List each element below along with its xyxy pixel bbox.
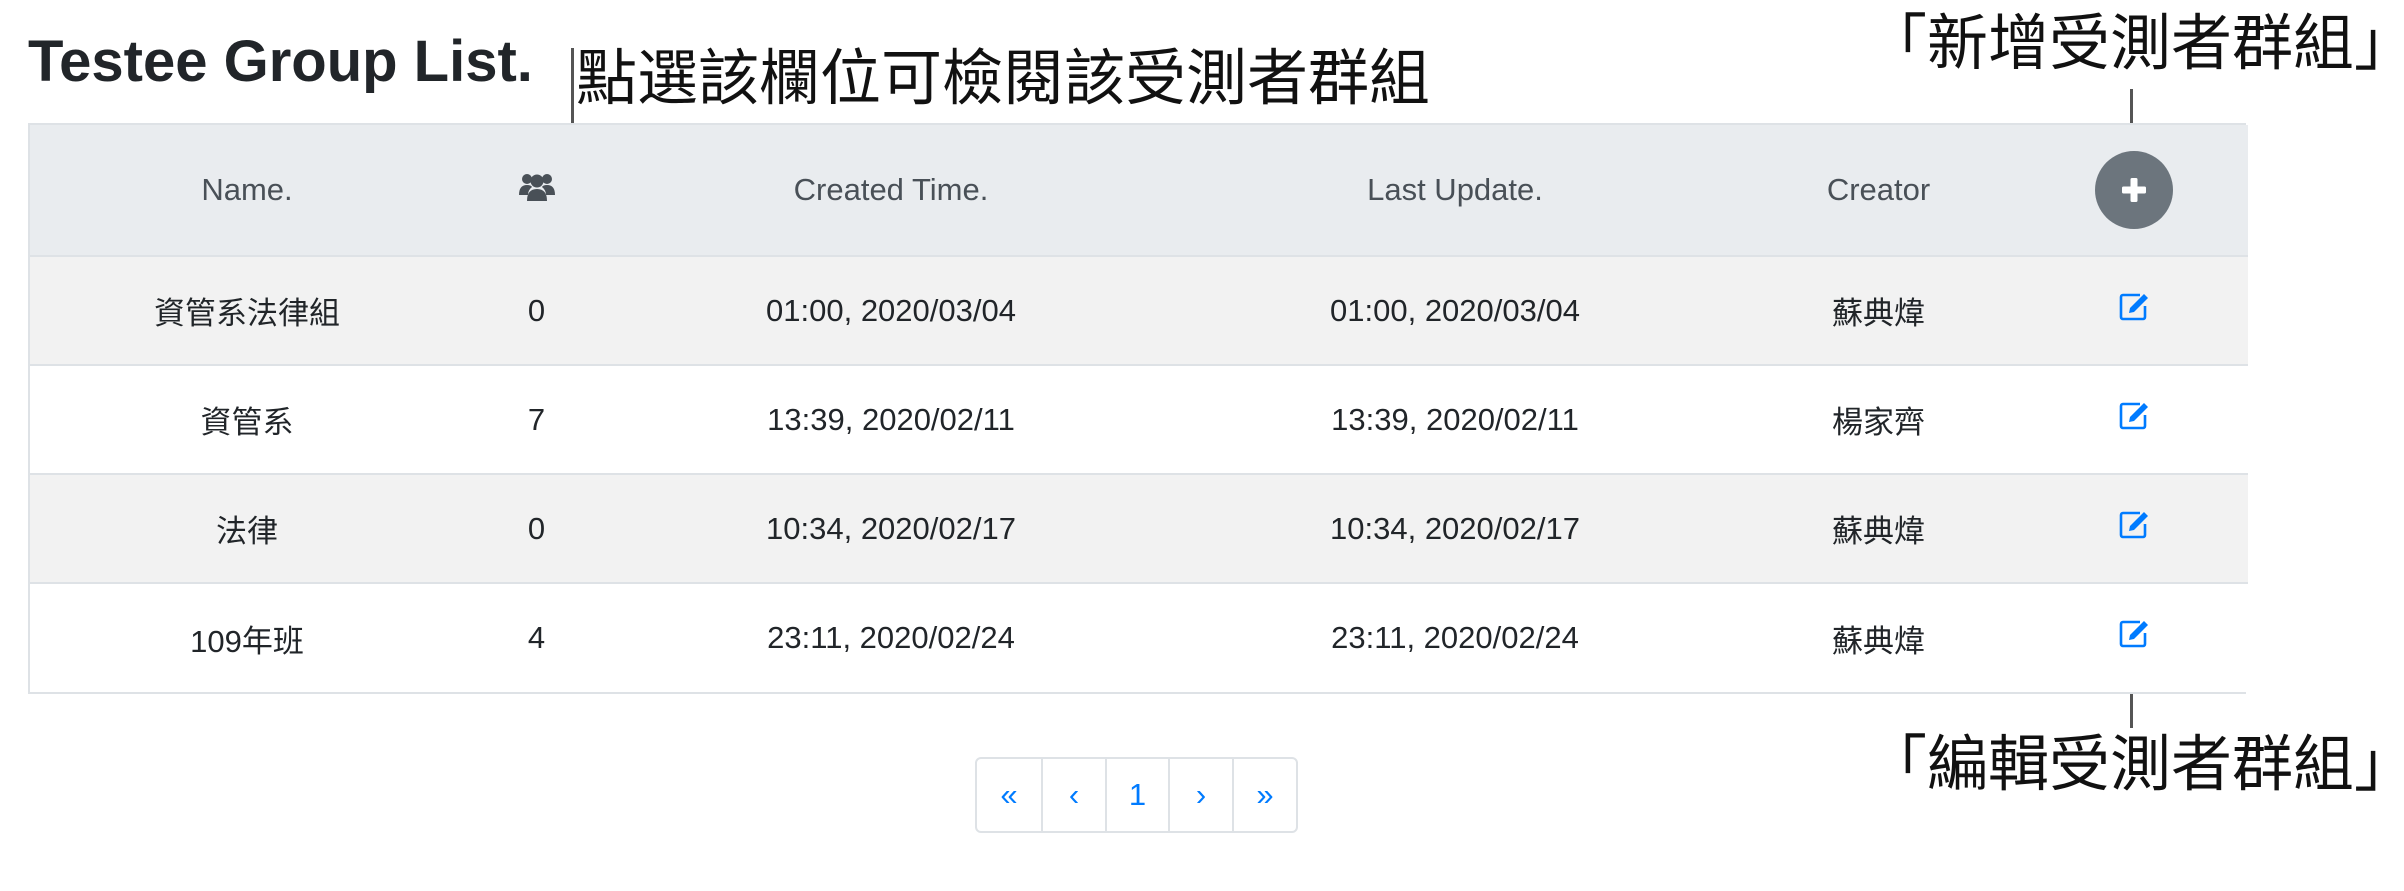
annotation-edit-group: 「編輯受測者群組」 — [1866, 729, 2404, 800]
users-icon — [518, 171, 555, 209]
edit-icon — [2119, 620, 2148, 648]
pagination: « ‹ 1 › » — [975, 757, 1298, 833]
cell-member-count[interactable]: 7 — [464, 365, 609, 474]
page-prev-button[interactable]: ‹ — [1041, 759, 1105, 831]
cell-action — [2020, 365, 2248, 474]
cell-action — [2020, 256, 2248, 365]
cell-name[interactable]: 資管系 — [30, 365, 464, 474]
cell-name[interactable]: 資管系法律組 — [30, 256, 464, 365]
table-header-row: Name. Created Time. Last Update. Creator — [30, 125, 2248, 256]
table-row[interactable]: 資管系 7 13:39, 2020/02/11 13:39, 2020/02/11 楊家… — [30, 365, 2248, 474]
edit-group-button[interactable] — [2119, 293, 2149, 321]
cell-name[interactable]: 法律 — [30, 474, 464, 583]
add-group-button[interactable] — [2095, 151, 2173, 229]
page-title: Testee Group List. — [28, 29, 533, 94]
header-updated: Last Update. — [1367, 172, 1543, 207]
cell-action — [2020, 474, 2248, 583]
testee-group-table: Name. Created Time. Last Update. Creator… — [28, 123, 2248, 694]
cell-creator: 蘇典煒 — [1832, 623, 1925, 659]
edit-group-button[interactable] — [2119, 620, 2149, 648]
cell-name[interactable]: 109年班 — [30, 583, 464, 692]
cell-created-time: 10:34, 2020/02/17 — [766, 510, 1016, 546]
edit-icon — [2119, 293, 2148, 320]
page-number-button[interactable]: 1 — [1105, 759, 1168, 831]
edit-group-button[interactable] — [2119, 402, 2149, 430]
header-action — [2020, 125, 2248, 256]
cell-creator: 蘇典煒 — [1832, 514, 1925, 549]
table-row[interactable]: 法律 0 10:34, 2020/02/17 10:34, 2020/02/17 蘇典煒 — [30, 474, 2248, 583]
table-row[interactable]: 資管系法律組 0 01:00, 2020/03/04 01:00, 2020/03/0… — [30, 256, 2248, 365]
cell-created-time: 01:00, 2020/03/04 — [766, 292, 1016, 328]
page-first-button[interactable]: « — [977, 759, 1041, 831]
cell-created-time: 23:11, 2020/02/24 — [767, 620, 1015, 655]
cell-last-update: 23:11, 2020/02/24 — [1331, 620, 1579, 655]
cell-action — [2020, 583, 2248, 692]
annotation-view-group: 點選該欄位可檢閱該受測者群組 — [576, 43, 1431, 114]
table-row[interactable]: 109年班 4 23:11, 2020/02/24 23:11, 2020/02/24… — [30, 583, 2248, 692]
cell-member-count[interactable]: 4 — [464, 583, 609, 692]
cell-member-count[interactable]: 0 — [464, 256, 609, 365]
header-creator: Creator — [1826, 172, 1931, 207]
header-name: Name. — [201, 172, 293, 207]
page-next-button[interactable]: › — [1168, 759, 1232, 831]
edit-icon — [2119, 402, 2148, 429]
header-created: Created Time. — [793, 172, 989, 207]
header-members — [464, 125, 609, 256]
cell-last-update: 01:00, 2020/03/04 — [1330, 292, 1580, 328]
cell-created-time: 13:39, 2020/02/11 — [767, 401, 1015, 437]
annotation-add-group: 「新增受測者群組」 — [1866, 8, 2404, 79]
page-last-button[interactable]: » — [1232, 759, 1296, 831]
cell-last-update: 10:34, 2020/02/17 — [1330, 510, 1580, 546]
edit-icon — [2119, 511, 2148, 538]
cell-creator: 楊家齊 — [1832, 405, 1925, 440]
cell-last-update: 13:39, 2020/02/11 — [1331, 401, 1579, 437]
cell-member-count[interactable]: 0 — [464, 474, 609, 583]
cell-creator: 蘇典煒 — [1832, 296, 1925, 331]
plus-icon — [2122, 178, 2146, 202]
edit-group-button[interactable] — [2119, 511, 2149, 539]
